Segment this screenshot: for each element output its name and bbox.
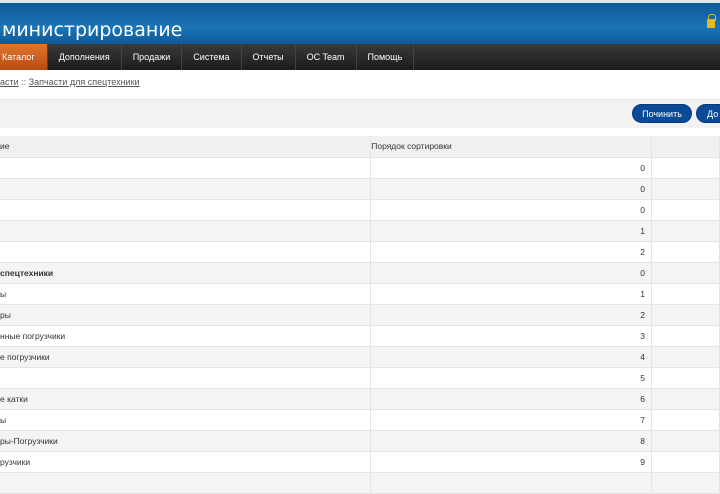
lock-icon[interactable] xyxy=(707,14,716,28)
repair-button[interactable]: Починить xyxy=(632,104,692,123)
breadcrumb-current[interactable]: Запчасти для спецтехники xyxy=(29,77,140,87)
sort-order: 0 xyxy=(370,199,653,221)
sort-order: 8 xyxy=(370,430,653,452)
category-name[interactable] xyxy=(0,178,372,200)
nav-extensions[interactable]: Дополнения xyxy=(48,44,122,70)
category-name[interactable]: нные погрузчики xyxy=(0,325,372,347)
column-header-name[interactable]: ие xyxy=(0,136,372,158)
category-name[interactable]: е погрузчики xyxy=(0,346,372,368)
sort-order: 2 xyxy=(370,304,653,326)
table-row: ы7 xyxy=(0,409,720,431)
nav-oc-team[interactable]: OC Team xyxy=(296,44,357,70)
table-row: нные погрузчики 3 xyxy=(0,325,720,347)
row-action xyxy=(651,451,720,473)
sort-order: 0 xyxy=(370,178,653,200)
table-row: ы1 xyxy=(0,283,720,305)
sort-order: 9 xyxy=(370,451,653,473)
page-title: министрирование xyxy=(2,19,183,41)
table-row xyxy=(0,472,720,494)
table-row: е погрузчики 4 xyxy=(0,346,720,368)
table-row: 0 xyxy=(0,199,720,221)
category-name[interactable]: спецтехники xyxy=(0,262,372,284)
admin-header: министрирование xyxy=(0,0,720,44)
row-action xyxy=(651,472,720,494)
row-action xyxy=(651,178,720,200)
nav-system[interactable]: Система xyxy=(182,44,242,70)
table-row: ры 2 xyxy=(0,304,720,326)
breadcrumb-separator: :: xyxy=(18,77,29,87)
row-action xyxy=(651,346,720,368)
sort-order: 3 xyxy=(370,325,653,347)
nav-catalog[interactable]: Каталог xyxy=(0,44,48,70)
sort-order: 6 xyxy=(370,388,653,410)
table-row: рузчики 9 xyxy=(0,451,720,473)
main-nav: Каталог Дополнения Продажи Система Отчет… xyxy=(0,44,720,70)
row-action xyxy=(651,220,720,242)
category-name[interactable]: рузчики xyxy=(0,451,372,473)
nav-help[interactable]: Помощь xyxy=(357,44,415,70)
row-action xyxy=(651,388,720,410)
category-name[interactable] xyxy=(0,367,372,389)
row-action xyxy=(651,409,720,431)
breadcrumb-parent[interactable]: асти xyxy=(0,77,19,87)
sort-order: 2 xyxy=(370,241,653,263)
nav-reports[interactable]: Отчеты xyxy=(242,44,296,70)
category-name[interactable]: ы xyxy=(0,283,372,305)
table-row: 5 xyxy=(0,367,720,389)
category-name[interactable]: е катки xyxy=(0,388,372,410)
table-row: 2 xyxy=(0,241,720,263)
toolbar: Починить До xyxy=(0,99,720,128)
add-button[interactable]: До xyxy=(696,104,720,123)
sort-order xyxy=(370,472,653,494)
sort-order: 4 xyxy=(370,346,653,368)
category-table: ие Порядок сортировки 00012 спецтехники 0… xyxy=(0,136,720,494)
row-action xyxy=(651,304,720,326)
row-action xyxy=(651,283,720,305)
category-name[interactable]: ры-Погрузчики xyxy=(0,430,372,452)
table-row: е катки 6 xyxy=(0,388,720,410)
sort-order: 1 xyxy=(370,220,653,242)
table-row: ры-Погрузчики 8 xyxy=(0,430,720,452)
row-action xyxy=(651,367,720,389)
category-name[interactable] xyxy=(0,241,372,263)
category-name[interactable] xyxy=(0,199,372,221)
sort-order: 7 xyxy=(370,409,653,431)
category-name[interactable]: ры xyxy=(0,304,372,326)
nav-sales[interactable]: Продажи xyxy=(122,44,183,70)
sort-order: 5 xyxy=(370,367,653,389)
sort-order: 0 xyxy=(370,157,653,179)
column-header-sort-order[interactable]: Порядок сортировки xyxy=(370,136,653,158)
table-row: 0 xyxy=(0,178,720,200)
row-action xyxy=(651,241,720,263)
table-row: 0 xyxy=(0,157,720,179)
row-action xyxy=(651,430,720,452)
row-action xyxy=(651,199,720,221)
category-name[interactable] xyxy=(0,472,372,494)
row-action xyxy=(651,325,720,347)
category-name[interactable]: ы xyxy=(0,409,372,431)
row-action xyxy=(651,157,720,179)
sort-order: 1 xyxy=(370,283,653,305)
row-action xyxy=(651,262,720,284)
table-row: спецтехники 0 xyxy=(0,262,720,284)
column-header-action xyxy=(651,136,720,158)
table-row: 1 xyxy=(0,220,720,242)
category-name[interactable] xyxy=(0,220,372,242)
breadcrumb: асти :: Запчасти для спецтехники xyxy=(0,77,140,87)
sort-order: 0 xyxy=(370,262,653,284)
category-name[interactable] xyxy=(0,157,372,179)
